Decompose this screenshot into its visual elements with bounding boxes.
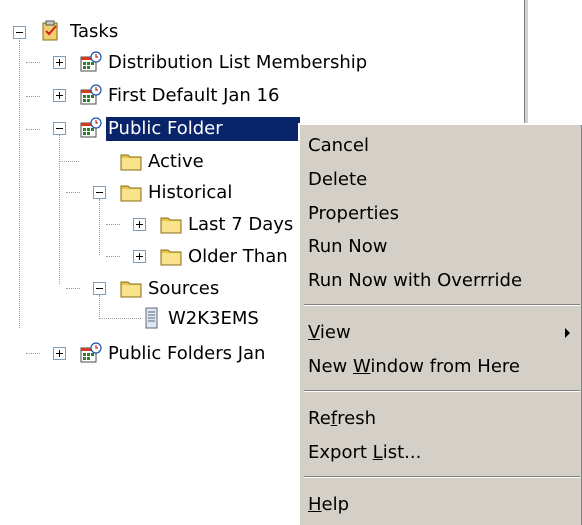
server-source-icon xyxy=(140,307,162,329)
folder-icon xyxy=(160,213,182,235)
folder-icon xyxy=(160,245,182,267)
tree-item-public-folder[interactable]: Public Folder W2K3EMS M2 xyxy=(106,117,300,141)
tree-connector xyxy=(26,96,40,98)
menu-item-refresh[interactable]: Refresh xyxy=(308,404,376,434)
context-menu: Cancel Delete Properties Run Now Run Now… xyxy=(298,123,582,525)
scheduled-task-icon xyxy=(80,51,102,73)
menu-mnemonic: f xyxy=(330,408,338,429)
collapse-historical-button[interactable] xyxy=(93,186,106,199)
collapse-public-folder-button[interactable] xyxy=(53,122,66,135)
tree-connector xyxy=(59,134,61,284)
folder-icon xyxy=(120,150,142,172)
tree-connector xyxy=(59,161,79,163)
expand-older-than-button[interactable] xyxy=(133,250,146,263)
menu-mnemonic: L xyxy=(372,442,383,463)
tree-connector xyxy=(66,288,80,290)
folder-icon xyxy=(120,277,142,299)
folder-icon xyxy=(120,181,142,203)
menu-separator xyxy=(304,476,580,478)
tree-connector xyxy=(26,353,40,355)
tree-item-tasks[interactable]: Tasks xyxy=(68,20,120,44)
tree-connector xyxy=(99,318,141,320)
menu-item-view[interactable]: View xyxy=(308,318,351,348)
tree-connector xyxy=(106,256,120,258)
menu-item-properties[interactable]: Properties xyxy=(308,199,399,229)
tree-item-first-default[interactable]: First Default Jan 16 xyxy=(106,84,281,108)
menu-item-delete[interactable]: Delete xyxy=(308,165,367,195)
scheduled-task-icon xyxy=(80,84,102,106)
expand-distribution-list-button[interactable] xyxy=(53,56,66,69)
tree-connector xyxy=(66,192,80,194)
tree-item-public-folders-jan[interactable]: Public Folders Jan xyxy=(106,342,296,366)
tree-item-older-than[interactable]: Older Than 7 Days xyxy=(186,245,296,269)
menu-separator xyxy=(304,390,580,392)
tree-item-last-7-days[interactable]: Last 7 Days xyxy=(186,213,296,237)
menu-item-cancel[interactable]: Cancel xyxy=(308,131,369,161)
tree-connector xyxy=(99,295,101,317)
menu-item-run-now-override[interactable]: Run Now with Overrride xyxy=(308,266,522,296)
expand-last-7-days-button[interactable] xyxy=(133,218,146,231)
expand-first-default-button[interactable] xyxy=(53,89,66,102)
tree-connector xyxy=(26,62,40,64)
tree-connector xyxy=(19,40,21,328)
expand-public-folders-jan-button[interactable] xyxy=(53,347,66,360)
tree-item-sources[interactable]: Sources xyxy=(146,277,221,301)
menu-mnemonic: H xyxy=(308,494,322,515)
menu-item-export-list[interactable]: Export List... xyxy=(308,438,421,468)
collapse-sources-button[interactable] xyxy=(93,282,106,295)
tree-item-active[interactable]: Active xyxy=(146,150,206,174)
scheduled-task-icon xyxy=(80,342,102,364)
menu-item-new-window[interactable]: New Window from Here xyxy=(308,352,520,382)
collapse-tasks-button[interactable] xyxy=(13,26,26,39)
submenu-arrow-icon xyxy=(565,328,570,338)
tree-item-w2k3ems[interactable]: W2K3EMS xyxy=(166,307,296,331)
scheduled-task-icon xyxy=(80,117,102,139)
tasks-clipboard-icon xyxy=(40,20,62,42)
tree-connector xyxy=(99,199,101,255)
tree-item-distribution-list[interactable]: Distribution List Membership xyxy=(106,51,369,75)
menu-separator xyxy=(304,304,580,306)
menu-mnemonic: W xyxy=(352,356,371,377)
tree-connector xyxy=(106,224,120,226)
menu-item-help[interactable]: Help xyxy=(308,490,349,520)
menu-mnemonic: V xyxy=(308,322,320,343)
tree-item-historical[interactable]: Historical xyxy=(146,181,234,205)
tree-connector xyxy=(26,129,40,131)
menu-item-run-now[interactable]: Run Now xyxy=(308,232,387,262)
